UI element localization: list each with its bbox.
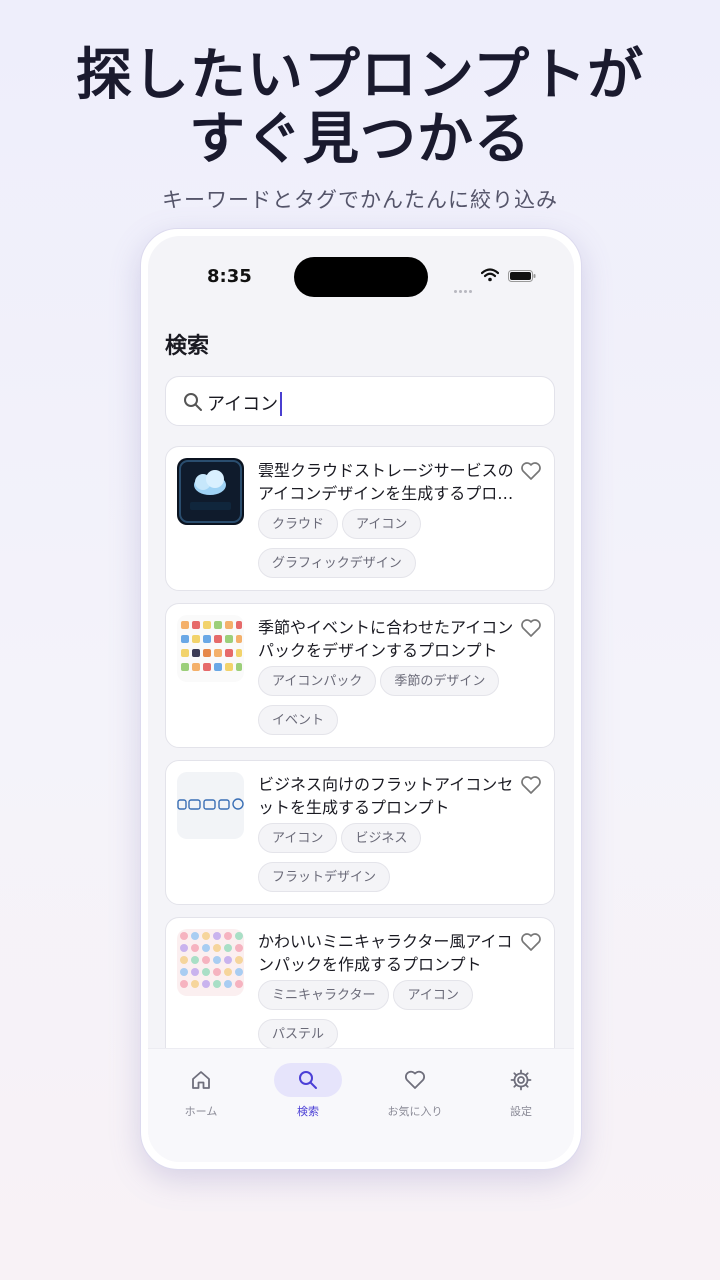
result-card[interactable]: 雲型クラウドストレージサービスのアイコンデザインを生成するプロ… クラウド アイコ…	[165, 446, 555, 591]
result-thumbnail	[177, 458, 244, 525]
tab-home[interactable]: ホーム	[156, 1063, 246, 1123]
hero-title-line2: すぐ見つかる	[189, 107, 531, 172]
search-input-value: アイコン	[207, 394, 279, 415]
hero-subtitle: キーワードとタグでかんたんに絞り込み	[162, 188, 558, 212]
status-time: 8:35	[207, 266, 252, 287]
tag-chip[interactable]: グラフィックデザイン	[258, 548, 416, 578]
app-screen: 8:35 検索 アイコン 雲型クラウドストレージサービスのアイコンデザインを生成…	[148, 236, 574, 1162]
heart-icon	[404, 1070, 426, 1089]
search-icon	[299, 1071, 317, 1089]
tag-list: ミニキャラクター アイコンパステル	[258, 980, 548, 1058]
hero-title-line1: 探したいプロンプトが	[75, 43, 645, 108]
business-icons-image	[177, 798, 244, 810]
hero-title: 探したいプロンプトが すぐ見つかる	[0, 44, 720, 172]
mini-character-icons-image	[180, 932, 243, 988]
tag-chip[interactable]: 季節のデザイン	[380, 666, 500, 696]
result-card[interactable]: 季節やイベントに合わせたアイコンパックをデザインするプロンプト アイコンパック季…	[165, 603, 555, 748]
favorite-heart-icon[interactable]	[520, 618, 542, 638]
text-caret	[280, 391, 283, 416]
tag-chip[interactable]: パステル	[258, 1019, 339, 1049]
tag-chip[interactable]: イベント	[258, 705, 339, 735]
tab-home-label: ホーム	[184, 1105, 218, 1118]
tag-chip[interactable]: クラウド	[258, 509, 339, 539]
favorite-heart-icon[interactable]	[520, 461, 542, 481]
result-title: 雲型クラウドストレージサービスのアイコンデザインを生成するプロ…	[258, 461, 514, 503]
tag-chip[interactable]: アイコン	[342, 509, 422, 539]
cloud-icon	[179, 460, 242, 523]
tag-list: アイコンパック 季節のデザインイベント	[258, 666, 548, 744]
tab-search-label: 検索	[297, 1105, 319, 1118]
dynamic-island	[294, 257, 428, 297]
tag-chip[interactable]: アイコンパック	[258, 666, 377, 696]
page-title: 検索	[165, 334, 210, 359]
favorite-heart-icon[interactable]	[520, 775, 542, 795]
tag-chip[interactable]: アイコン	[393, 980, 473, 1010]
result-card[interactable]: かわいいミニキャラクター風アイコンパックを作成するプロンプト ミニキャラクターア…	[165, 917, 555, 1062]
result-thumbnail	[177, 929, 244, 996]
search-input[interactable]: アイコン	[165, 376, 555, 426]
result-title: 季節やイベントに合わせたアイコンパックをデザインするプロンプト	[258, 618, 514, 660]
tag-chip[interactable]: アイコン	[258, 823, 338, 853]
search-icon	[184, 393, 202, 411]
tag-chip[interactable]: フラットデザイン	[258, 862, 391, 892]
tag-chip[interactable]: ビジネス	[341, 823, 422, 853]
tag-chip[interactable]: ミニキャラクター	[258, 980, 390, 1010]
wifi-icon	[481, 268, 499, 282]
battery-icon	[508, 270, 536, 282]
tag-list: クラウド アイコングラフィックデザイン	[258, 509, 548, 587]
bottom-tab-bar: ホーム 検索 お気に入り 設定	[148, 1048, 574, 1162]
home-icon	[192, 1071, 210, 1089]
result-card[interactable]: ビジネス向けのフラットアイコンセットを生成するプロンプト アイコン ビジネスフラッ…	[165, 760, 555, 905]
result-thumbnail	[177, 772, 244, 839]
phone-frame: 8:35 検索 アイコン 雲型クラウドストレージサービスのアイコンデザインを生成…	[140, 228, 582, 1170]
tab-search[interactable]: 検索	[263, 1063, 353, 1123]
tab-favorites-label: お気に入り	[387, 1105, 443, 1118]
tag-list: アイコン ビジネスフラットデザイン	[258, 823, 548, 901]
result-thumbnail	[177, 615, 244, 682]
result-title: かわいいミニキャラクター風アイコンパックを作成するプロンプト	[258, 932, 513, 974]
result-title: ビジネス向けのフラットアイコンセットを生成するプロンプト	[258, 775, 514, 817]
cellular-signal-icon	[454, 274, 476, 293]
tab-settings-label: 設定	[510, 1105, 532, 1118]
tab-settings[interactable]: 設定	[476, 1063, 566, 1123]
tab-favorites[interactable]: お気に入り	[370, 1063, 460, 1123]
gear-icon	[510, 1069, 532, 1091]
favorite-heart-icon[interactable]	[520, 932, 542, 952]
icon-grid-image	[181, 621, 242, 671]
